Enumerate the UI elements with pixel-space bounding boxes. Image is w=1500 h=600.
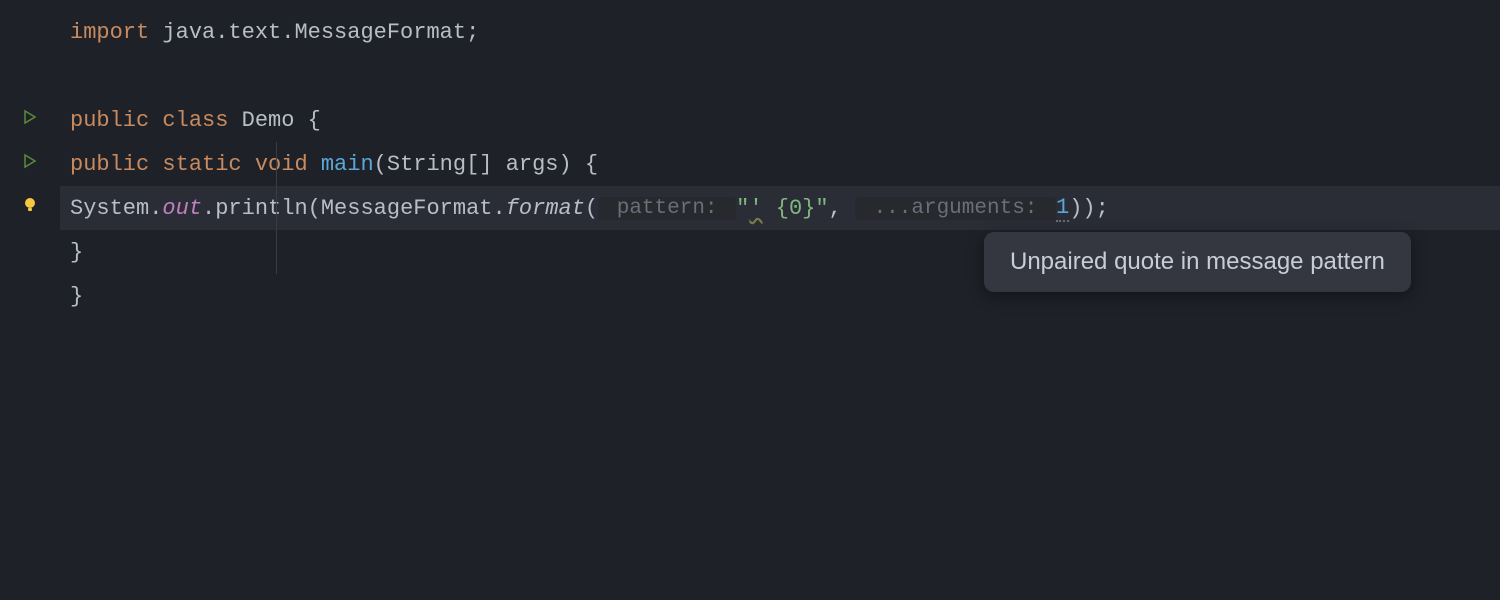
brace-close: }	[70, 284, 83, 309]
brace-close: }	[70, 240, 83, 265]
run-icon[interactable]	[22, 109, 38, 131]
keyword-public: public	[70, 108, 149, 133]
run-icon[interactable]	[22, 153, 38, 175]
code-line[interactable]: import java.text.MessageFormat;	[60, 10, 1500, 54]
paren-open: (	[585, 196, 598, 221]
brace: {	[294, 108, 320, 133]
class-ref: System.	[70, 196, 162, 221]
class-name: Demo	[228, 108, 294, 133]
method-params: (String[] args) {	[374, 152, 598, 177]
code-line-empty[interactable]	[60, 54, 1500, 98]
tooltip-text: Unpaired quote in message pattern	[1010, 248, 1385, 275]
code-editor[interactable]: import java.text.MessageFormat; public c…	[0, 0, 1500, 600]
code-area[interactable]: import java.text.MessageFormat; public c…	[60, 0, 1500, 600]
editor-gutter	[0, 0, 60, 600]
code-line[interactable]: public class Demo {	[60, 98, 1500, 142]
keyword-public: public	[70, 152, 149, 177]
string-literal: "	[736, 196, 749, 221]
string-literal: {0}"	[763, 196, 829, 221]
bulb-icon[interactable]	[21, 196, 39, 220]
parameter-hint: ...arguments:	[855, 197, 1056, 220]
import-path: java.text.MessageFormat;	[149, 20, 479, 45]
keyword-import: import	[70, 20, 149, 45]
inspection-tooltip[interactable]: Unpaired quote in message pattern	[984, 232, 1411, 292]
field-out: out	[162, 196, 202, 221]
number-literal: 1	[1056, 195, 1069, 222]
keyword-void: void	[242, 152, 308, 177]
indent-guide	[276, 142, 277, 274]
method-main: main	[308, 152, 374, 177]
string-literal-warn: '	[749, 196, 762, 221]
method-call: .println(MessageFormat.	[202, 196, 506, 221]
paren-close: ));	[1069, 196, 1109, 221]
keyword-class: class	[149, 108, 228, 133]
method-format: format	[506, 196, 585, 221]
keyword-static: static	[149, 152, 241, 177]
parameter-hint: pattern:	[598, 197, 736, 220]
comma: ,	[829, 196, 855, 221]
